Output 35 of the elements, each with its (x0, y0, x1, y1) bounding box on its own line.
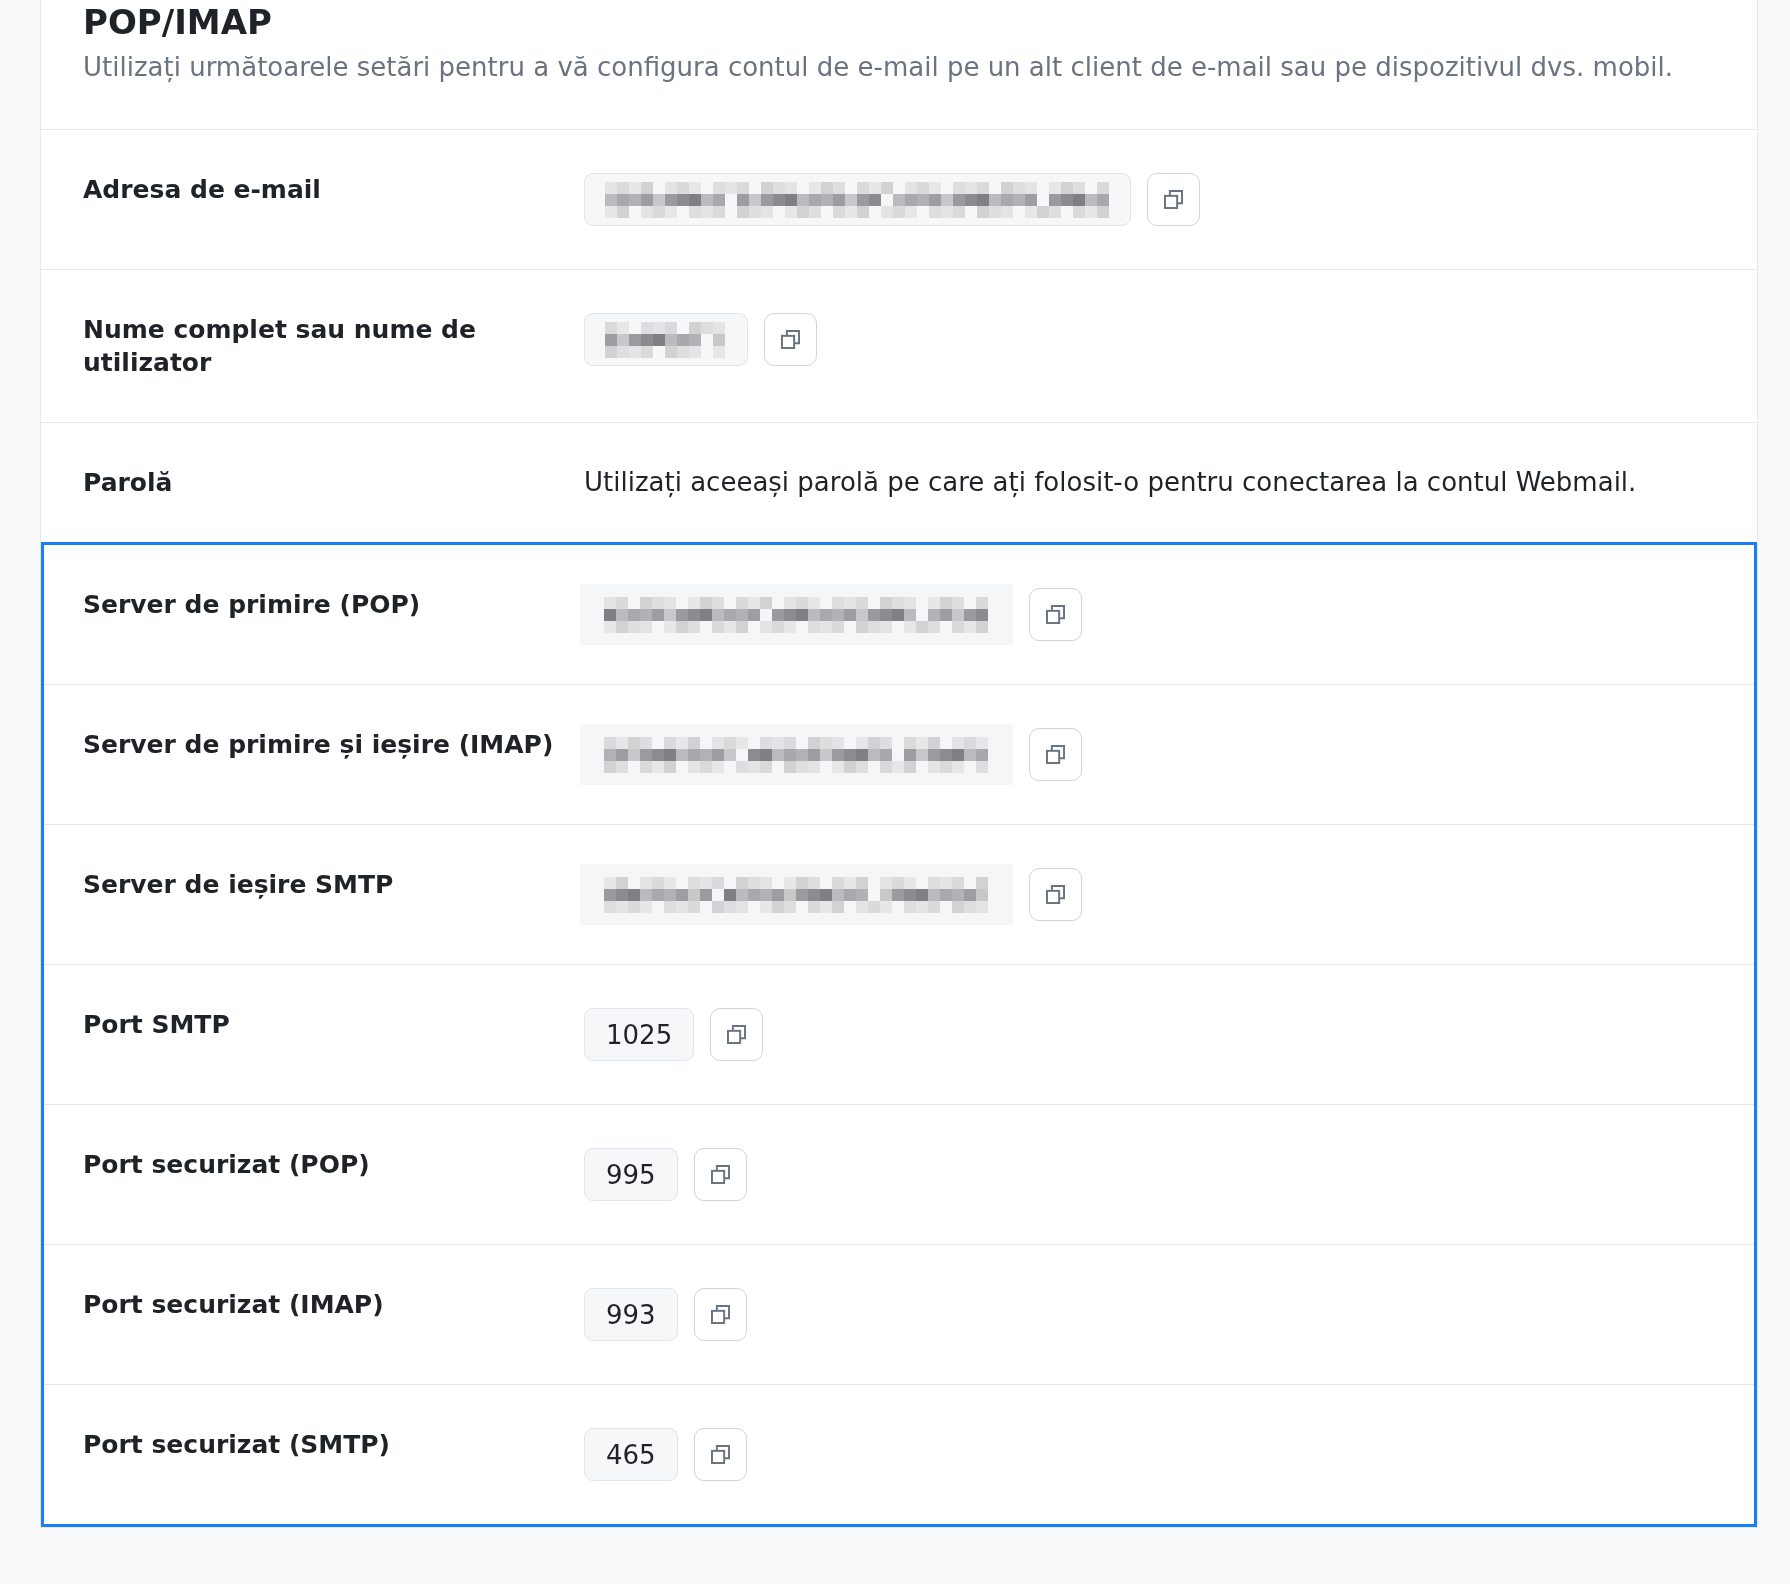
copy-icon (727, 1025, 747, 1044)
copy-icon (781, 330, 800, 349)
section-description: Utilizați următoarele setări pentru a vă configura contul de e-mail pe un alt client de e-mail sau pe dispozitivul dvs. mobil. (83, 51, 1674, 83)
setting-label: Nume complet sau nume de utilizator (83, 314, 477, 379)
copy-icon (710, 1445, 730, 1464)
copy-icon (1046, 885, 1065, 904)
setting-label: Server de primire și ieșire (IMAP) (83, 729, 554, 761)
copy-icon (710, 1165, 730, 1184)
copy-button[interactable] (710, 1008, 764, 1061)
copy-button[interactable] (1029, 588, 1082, 641)
setting-label: Server de ieșire SMTP (83, 869, 394, 901)
copy-button[interactable] (1029, 728, 1082, 781)
copy-icon (1046, 605, 1065, 624)
section-title: POP/IMAP (83, 1, 273, 44)
value-field: 465 (584, 1428, 678, 1481)
value-field: 1025 (584, 1008, 695, 1061)
setting-label: Parolă (83, 467, 173, 499)
setting-label: Port securizat (SMTP) (83, 1429, 391, 1461)
copy-icon (710, 1305, 730, 1324)
setting-note: Utilizați aceeași parolă pe care ați folosit-o pentru conectarea la contul Webmail. (584, 466, 1637, 499)
setting-label: Port securizat (POP) (83, 1149, 370, 1181)
setting-label: Port SMTP (83, 1009, 230, 1041)
copy-button[interactable] (693, 1148, 747, 1201)
value-field: 993 (584, 1288, 678, 1341)
copy-button[interactable] (693, 1288, 747, 1341)
value-field: 995 (584, 1148, 678, 1201)
setting-label: Adresa de e-mail (83, 174, 321, 206)
copy-button[interactable] (1029, 868, 1082, 921)
copy-button[interactable] (693, 1428, 747, 1481)
setting-label: Port securizat (IMAP) (83, 1289, 384, 1321)
copy-button[interactable] (1147, 173, 1200, 226)
copy-button[interactable] (764, 313, 817, 366)
copy-icon (1164, 190, 1183, 209)
copy-icon (1046, 745, 1065, 764)
setting-label: Server de primire (POP) (83, 589, 421, 621)
